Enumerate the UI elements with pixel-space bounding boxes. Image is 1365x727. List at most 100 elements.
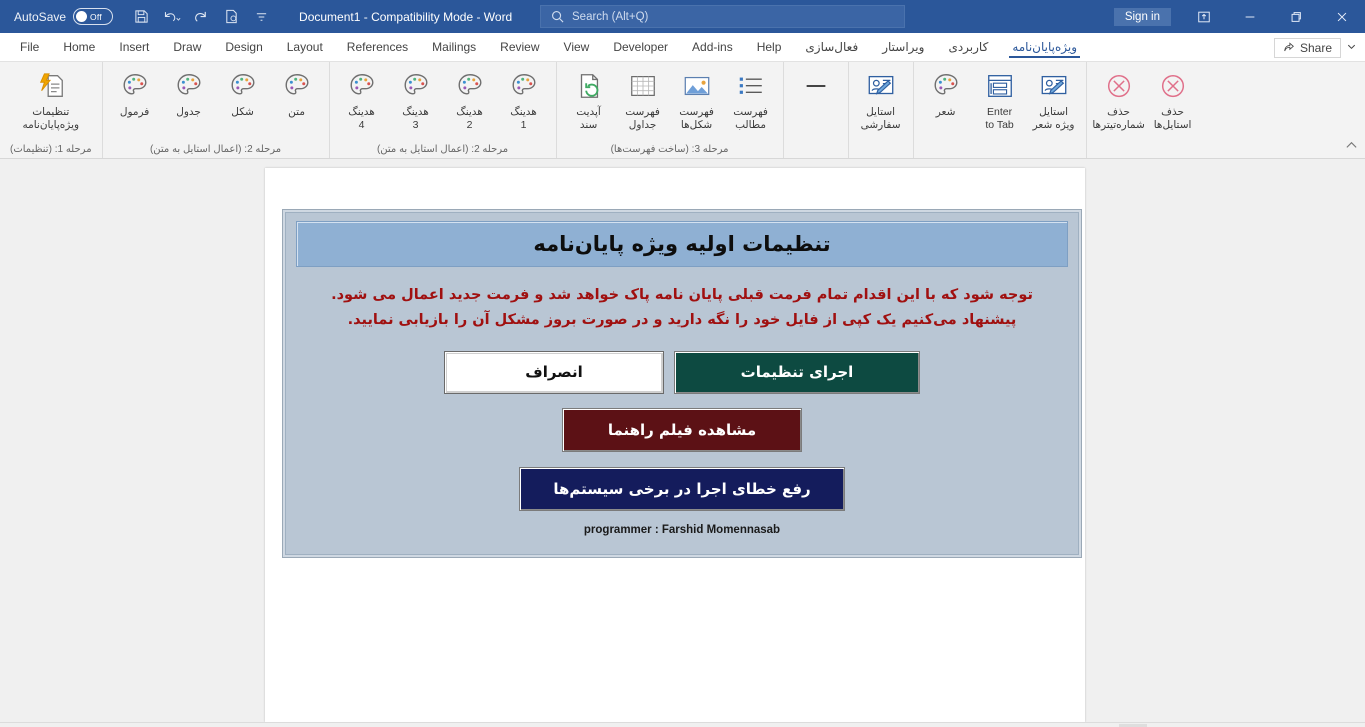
ribbon-button-label: استایل سفارشی (860, 106, 901, 132)
ribbon-button-label: استایل ویژه شعر (1032, 106, 1075, 132)
share-button[interactable]: Share (1273, 38, 1341, 58)
ribbon-button-5-0[interactable]: استایل سفارشی (855, 65, 907, 132)
ribbon-button-3-1[interactable]: فهرست شکل‌ها (671, 65, 723, 132)
tab-developer[interactable]: Developer (601, 35, 680, 61)
palette-icon (401, 69, 431, 103)
ribbon-button-2-1[interactable]: هدینگ 2 (444, 65, 496, 132)
ribbon-group-label (877, 154, 885, 158)
warning-line-2: پیشنهاد می‌کنیم یک کپی از فایل خود را نگ… (347, 312, 1017, 329)
redo-icon[interactable] (187, 4, 215, 30)
thesis-settings-dialog: تنظیمات اولیه ویژه پایان‌نامه توجه شود ک… (282, 209, 1082, 558)
ribbon-button-label: حذف شماره‌تیترها (1092, 106, 1145, 132)
autosave-knob (76, 11, 88, 22)
refresh-document-icon (574, 69, 604, 103)
delete-circle-icon (1158, 69, 1188, 103)
tab-layout[interactable]: Layout (275, 35, 335, 61)
programmer-credit: programmer : Farshid Momennasab (583, 523, 781, 536)
search-placeholder: Search (Alt+Q) (572, 10, 649, 23)
table-icon (628, 69, 658, 103)
ribbon-button-label: حذف استایل‌ها (1153, 106, 1192, 132)
tab-home[interactable]: Home (51, 35, 107, 61)
share-chevron-down-icon[interactable] (1346, 41, 1357, 55)
tab-insert[interactable]: Insert (107, 35, 161, 61)
autosave-switch[interactable]: Off (73, 8, 114, 25)
tab-mailings[interactable]: Mailings (420, 35, 488, 61)
ribbon-button-3-3[interactable]: آپدیت سند (563, 65, 615, 132)
tab-help[interactable]: Help (745, 35, 794, 61)
palette-icon (455, 69, 485, 103)
palette-icon (282, 69, 312, 103)
print-preview-icon[interactable] (217, 4, 245, 30)
tab-add-ins[interactable]: Add-ins (680, 35, 745, 61)
dialog-header: تنظیمات اولیه ویژه پایان‌نامه (296, 221, 1068, 267)
fix-run-error-button[interactable]: رفع خطای اجرا در برخی سیستم‌ها (519, 466, 845, 511)
palette-icon (509, 69, 539, 103)
ribbon-button-1-1[interactable]: شکل (217, 65, 269, 119)
ribbon-group-label: مرحله 2: (اعمال استایل به متن) (149, 144, 282, 155)
ribbon-button-label: فهرست شکل‌ها (679, 106, 714, 132)
ribbon-display-options-icon[interactable] (1181, 0, 1227, 33)
ribbon-button-3-0[interactable]: فهرست مطالب (725, 65, 777, 132)
search-box[interactable]: Search (Alt+Q) (540, 5, 905, 28)
palette-icon (228, 69, 258, 103)
ribbon-button-label: شعر (935, 106, 956, 118)
read-mode-icon[interactable] (1088, 724, 1116, 727)
ribbon-button-2-3[interactable]: هدینگ 4 (336, 65, 388, 132)
tab-ویژه‌پایان‌نامه[interactable]: ویژه‌پایان‌نامه (1000, 35, 1089, 61)
window-controls: Sign in (1113, 0, 1365, 33)
ribbon-button-2-2[interactable]: هدینگ 3 (390, 65, 442, 132)
minimize-icon[interactable] (1227, 0, 1273, 33)
dialog-title: تنظیمات اولیه ویژه پایان‌نامه (533, 232, 831, 256)
ribbon-group-3: فهرست مطالب فهرست شکل‌ها فهرست جداول آپدیت … (557, 62, 784, 158)
watch-tutorial-video-button[interactable]: مشاهده فیلم راهنما (562, 407, 802, 452)
tab-design[interactable]: Design (213, 35, 274, 61)
ribbon-button-6-2[interactable]: شعر (920, 65, 972, 119)
ribbon-button-label: متن (288, 106, 305, 118)
ribbon-button-label: هدینگ 3 (402, 106, 429, 132)
print-layout-icon[interactable] (1118, 723, 1147, 727)
customize-quick-access-icon[interactable] (247, 4, 275, 30)
tab-ویراستار[interactable]: ویراستار (870, 35, 936, 61)
ribbon-button-0-0[interactable]: تنظیمات ویژه‌پایان‌نامه (21, 65, 81, 132)
web-layout-icon[interactable] (1150, 724, 1178, 727)
ribbon-group-1: متن شکل جدول فرمول مرحله 2: (اعمال استایل به… (103, 62, 330, 158)
run-settings-button[interactable]: اجرای تنظیمات (674, 350, 920, 394)
undo-icon[interactable] (157, 4, 185, 30)
ribbon-button-4-0[interactable] (790, 65, 842, 106)
tab-view[interactable]: View (552, 35, 602, 61)
restore-icon[interactable] (1273, 0, 1319, 33)
ribbon-button-6-0[interactable]: استایل ویژه شعر (1028, 65, 1080, 132)
ribbon-button-3-2[interactable]: فهرست جداول (617, 65, 669, 132)
sign-in-button[interactable]: Sign in (1113, 7, 1171, 26)
ribbon-button-1-0[interactable]: متن (271, 65, 323, 119)
palette-icon (174, 69, 204, 103)
close-icon[interactable] (1319, 0, 1365, 33)
ribbon-group-label: مرحله 1: (تنظیمات) (10, 144, 92, 155)
document-page[interactable]: تنظیمات اولیه ویژه پایان‌نامه توجه شود ک… (265, 168, 1085, 722)
ribbon-button-2-0[interactable]: هدینگ 1 (498, 65, 550, 132)
palette-icon (931, 69, 961, 103)
tab-review[interactable]: Review (488, 35, 551, 61)
tab-draw[interactable]: Draw (161, 35, 213, 61)
dialog-primary-buttons: انصراف اجرای تنظیمات (290, 350, 1074, 394)
tab-file[interactable]: File (8, 35, 51, 61)
enter-to-tab-icon (985, 69, 1015, 103)
list-icon (736, 69, 766, 103)
share-area: Share (1273, 38, 1357, 58)
ribbon-button-1-2[interactable]: جدول (163, 65, 215, 119)
collapse-ribbon-icon[interactable] (1345, 139, 1358, 155)
document-title: Document1 - Compatibility Mode - Word (299, 9, 513, 24)
ribbon-button-label: تنظیمات ویژه‌پایان‌نامه (22, 106, 80, 132)
tab-فعال‌سازی[interactable]: فعال‌سازی (793, 35, 870, 61)
cancel-button[interactable]: انصراف (444, 350, 664, 394)
ribbon-button-1-3[interactable]: فرمول (109, 65, 161, 119)
autosave-toggle[interactable]: AutoSave Off (14, 8, 114, 25)
ribbon-button-6-1[interactable]: Enter to Tab (974, 65, 1026, 132)
tab-references[interactable]: References (335, 35, 420, 61)
save-icon[interactable] (127, 4, 155, 30)
ribbon-button-7-1[interactable]: حذف شماره‌تیترها (1092, 65, 1145, 132)
tab-کاربردی[interactable]: کاربردی (936, 35, 1000, 61)
ribbon-button-7-0[interactable]: حذف استایل‌ها (1147, 65, 1199, 132)
ribbon-group-5: استایل سفارشی (849, 62, 914, 158)
ribbon-group-label: مرحله 3: (ساخت فهرست‌ها) (610, 144, 729, 155)
